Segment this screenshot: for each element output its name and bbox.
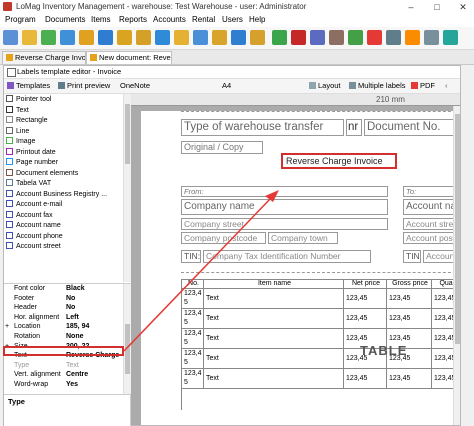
arrow-head: [265, 190, 279, 202]
arrow-line: [123, 196, 273, 352]
callout-arrow: [123, 190, 279, 352]
